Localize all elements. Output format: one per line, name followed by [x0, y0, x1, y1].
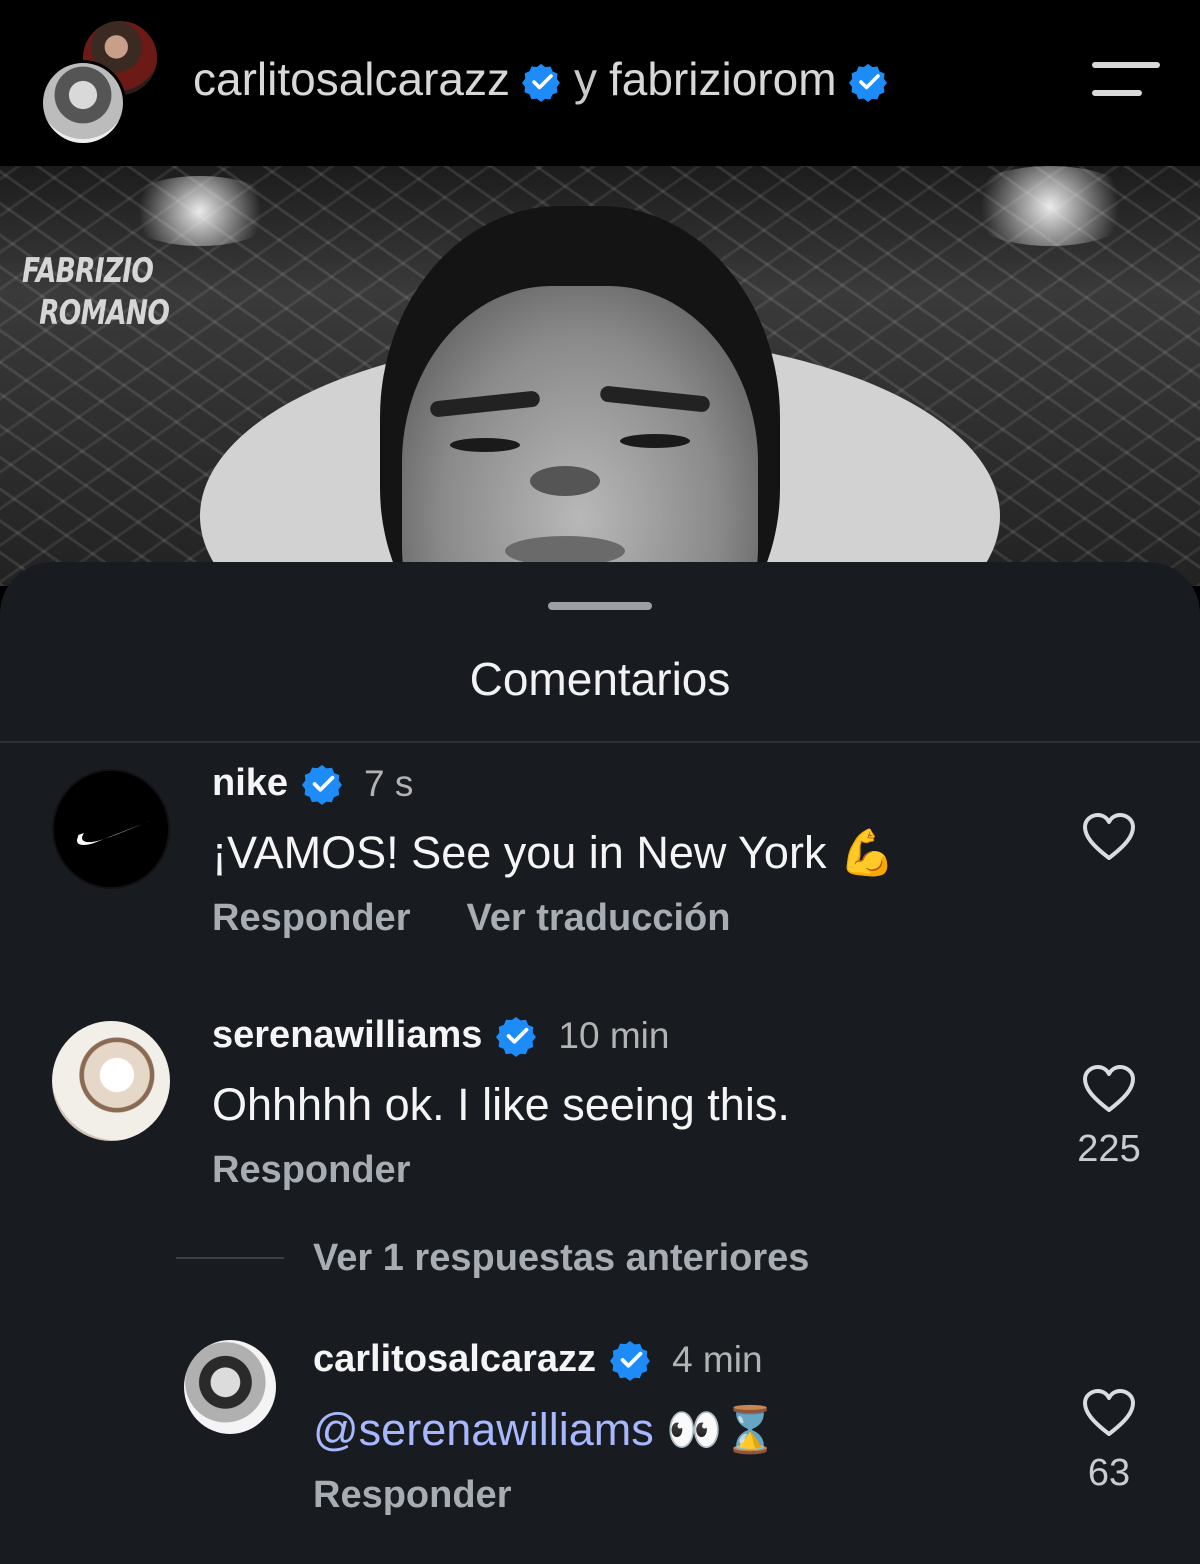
comment-actions: Responder	[212, 1149, 410, 1192]
like-button[interactable]: 225	[1077, 1064, 1141, 1171]
heart-icon	[1083, 813, 1135, 860]
nike-swoosh-icon	[76, 821, 150, 845]
translate-button[interactable]: Ver traducción	[466, 897, 730, 940]
avatar-serenawilliams[interactable]	[52, 1021, 170, 1141]
collab-avatars[interactable]	[40, 18, 164, 146]
author-connector: y	[574, 53, 597, 105]
stadium-light	[960, 166, 1140, 246]
comment-header: serenawilliams 10 min	[212, 1014, 669, 1057]
like-count: 225	[1077, 1128, 1141, 1170]
watermark: FABRIZIO ROMANO	[22, 250, 170, 334]
author-2-name[interactable]: fabriziorom	[609, 52, 837, 106]
comment-actions: Responder	[313, 1474, 511, 1517]
verified-icon	[302, 763, 344, 805]
comment-username[interactable]: serenawilliams	[212, 1014, 482, 1057]
comment-time: 4 min	[672, 1338, 763, 1380]
like-button[interactable]	[1079, 812, 1139, 862]
comment-text: Ohhhhh ok. I like seeing this.	[212, 1079, 790, 1130]
eye	[450, 438, 520, 452]
reply-button[interactable]: Responder	[212, 897, 410, 940]
post-image: FABRIZIO ROMANO	[0, 166, 1200, 586]
verified-icon	[496, 1015, 538, 1057]
comment-emojis: 👀⌛	[666, 1404, 779, 1455]
like-button[interactable]: 63	[1079, 1388, 1139, 1495]
comment-text: ¡VAMOS! See you in New York 💪	[212, 827, 895, 878]
verified-icon	[610, 1339, 652, 1381]
watermark-line-2: ROMANO	[39, 293, 170, 333]
mention-link[interactable]: @serenawilliams	[313, 1404, 654, 1455]
comment-time: 10 min	[558, 1014, 670, 1056]
stadium-light	[120, 176, 280, 246]
reply-button[interactable]: Responder	[313, 1474, 511, 1517]
comment-username[interactable]: carlitosalcarazz	[313, 1338, 596, 1381]
verified-icon	[522, 59, 562, 102]
eye	[620, 434, 690, 448]
avatar-nike[interactable]	[52, 769, 170, 889]
nose	[530, 466, 600, 496]
comment-time: 7 s	[364, 762, 414, 804]
drag-handle[interactable]	[548, 602, 652, 610]
comment-text: @serenawilliams 👀⌛	[313, 1403, 778, 1456]
comment-header: nike 7 s	[212, 762, 413, 805]
sheet-title: Comentarios	[469, 653, 731, 705]
view-replies-button[interactable]: Ver 1 respuestas anteriores	[313, 1237, 809, 1280]
like-count: 63	[1087, 1452, 1131, 1494]
top-bar: carlitosalcarazz y fabriziorom	[0, 0, 1200, 166]
divider	[0, 741, 1200, 743]
comment-actions: Responder Ver traducción	[212, 897, 730, 940]
replies-divider	[176, 1257, 284, 1259]
watermark-line-1: FABRIZIO	[22, 251, 154, 291]
verified-icon	[848, 59, 889, 102]
menu-icon[interactable]	[1092, 58, 1162, 102]
avatar-carlitosalcarazz	[40, 60, 126, 146]
post-authors[interactable]: carlitosalcarazz y fabriziorom	[193, 52, 889, 106]
heart-icon	[1083, 1389, 1135, 1436]
author-1-name[interactable]: carlitosalcarazz	[193, 52, 510, 106]
comment-header: carlitosalcarazz 4 min	[313, 1338, 763, 1381]
reply-button[interactable]: Responder	[212, 1149, 410, 1192]
heart-icon	[1083, 1065, 1135, 1112]
avatar-carlitosalcarazz[interactable]	[184, 1340, 276, 1434]
comment-username[interactable]: nike	[212, 762, 288, 805]
